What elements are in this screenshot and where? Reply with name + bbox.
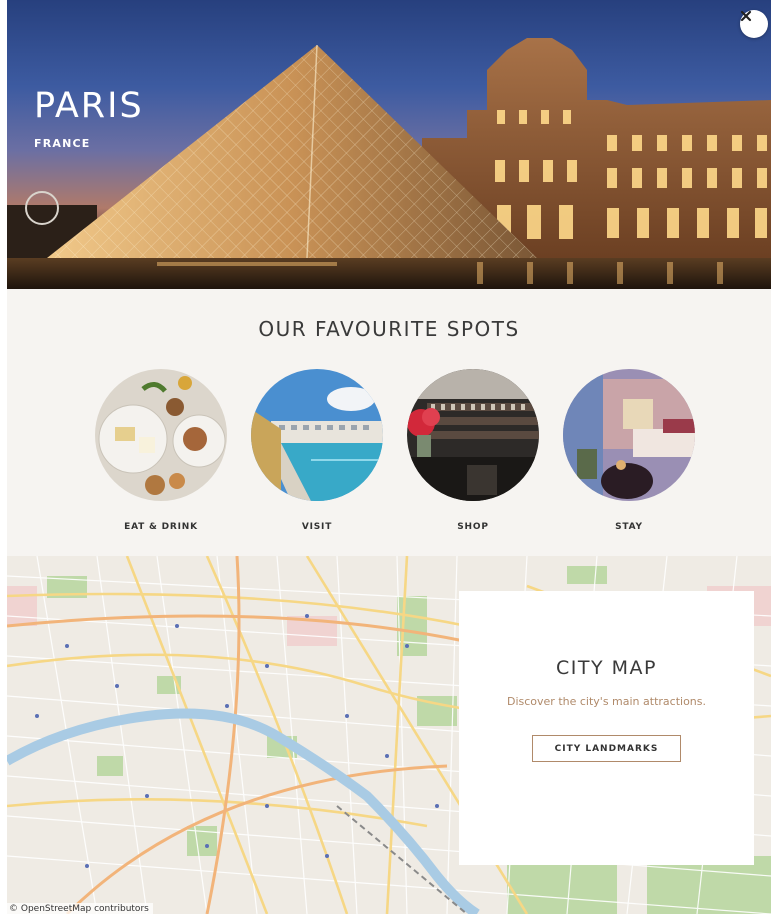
city-map-description: Discover the city's main attractions. — [506, 695, 706, 708]
hero-banner: PARIS FRANCE — [7, 0, 771, 289]
close-button[interactable] — [740, 10, 768, 38]
shop-image — [407, 369, 539, 501]
map-attribution: © OpenStreetMap contributors — [7, 903, 153, 914]
hero-photo — [7, 38, 771, 289]
city-landmarks-button[interactable]: CITY LANDMARKS — [532, 735, 681, 762]
favourite-spots-section: OUR FAVOURITE SPOTS EAT & DRINK VISIT SH… — [7, 289, 771, 556]
page-frame: PARIS FRANCE OUR FAVOURITE SPOTS EAT & D… — [7, 0, 771, 914]
eat-drink-image — [95, 369, 227, 501]
city-map-card: CITY MAP Discover the city's main attrac… — [459, 591, 754, 865]
visit-image — [251, 369, 383, 501]
spot-visit[interactable]: VISIT — [251, 369, 383, 532]
city-map-title: CITY MAP — [556, 657, 657, 679]
country-subtitle: FRANCE — [34, 137, 91, 150]
section-title: OUR FAVOURITE SPOTS — [258, 317, 520, 341]
city-title: PARIS — [34, 86, 144, 126]
spot-label: EAT & DRINK — [124, 522, 198, 532]
spot-label: VISIT — [301, 522, 333, 532]
spot-shop[interactable]: SHOP — [407, 369, 539, 532]
spot-stay[interactable]: STAY — [563, 369, 695, 532]
city-map-section: © OpenStreetMap contributors CITY MAP Di… — [7, 556, 771, 914]
spot-eat-drink[interactable]: EAT & DRINK — [95, 369, 227, 532]
spot-label: SHOP — [457, 522, 489, 532]
spot-label: STAY — [615, 522, 643, 532]
stay-image — [563, 369, 695, 501]
